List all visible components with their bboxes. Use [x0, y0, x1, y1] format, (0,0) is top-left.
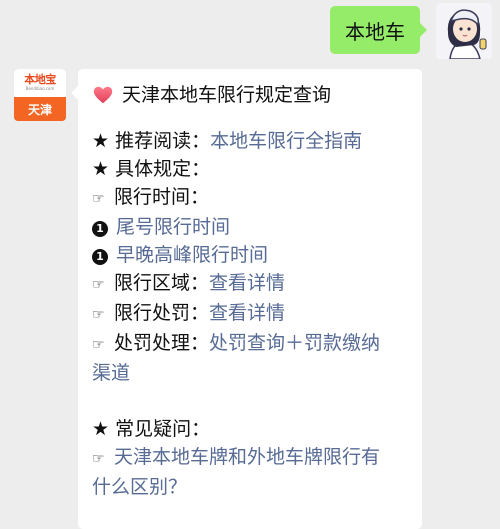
area-details-link[interactable]: 查看详情 [209, 272, 285, 294]
user-avatar[interactable] [436, 3, 492, 59]
heart-icon [93, 86, 113, 104]
incoming-message-bubble: 天津本地车限行规定查询 ★ 推荐阅读：本地车限行全指南 ★ 具体规定： ☞ 限行时… [71, 69, 422, 529]
message-title: 天津本地车限行规定查询 [122, 84, 332, 106]
outgoing-message-bubble[interactable]: 本地车 [330, 6, 427, 54]
logo-text: 本地宝 [24, 73, 56, 86]
faq-link-row-continued: 什么区别？ [92, 473, 412, 501]
time-label: 限行时间： [114, 186, 210, 208]
pointing-hand-icon: ☞ [92, 307, 105, 323]
pointing-hand-icon: ☞ [92, 337, 105, 353]
circled-one-icon: 1 [92, 221, 108, 237]
official-account-avatar[interactable]: 本地宝 Bendibao.com 天津 [14, 69, 66, 121]
logo-url: Bendibao.com [25, 86, 55, 91]
faq-label: ★ 常见疑问： [92, 418, 211, 440]
handle-link[interactable]: 处罚查询＋罚款缴纳 [209, 332, 380, 354]
recommend-label: ★ 推荐阅读： [92, 130, 211, 152]
faq-row: ★ 常见疑问： [92, 415, 412, 443]
avatar-city-label: 天津 [27, 102, 52, 117]
peak-hours-link[interactable]: 早晚高峰限行时间 [116, 244, 268, 266]
outgoing-message-text: 本地车 [345, 19, 405, 44]
faq-link-row: ☞ 天津本地车牌和外地车牌限行有 [92, 443, 412, 473]
message-title-row: 天津本地车限行规定查询 [92, 81, 412, 109]
handle-row: ☞ 处罚处理：处罚查询＋罚款缴纳 [92, 329, 412, 359]
penalty-label: 限行处罚： [114, 302, 210, 324]
handle-label: 处罚处理： [114, 332, 210, 354]
pointing-hand-icon: ☞ [92, 277, 105, 293]
rules-label: ★ 具体规定： [92, 158, 211, 180]
rules-row: ★ 具体规定： [92, 155, 412, 183]
recommend-link[interactable]: 本地车限行全指南 [210, 130, 362, 152]
penalty-row: ☞ 限行处罚：查看详情 [92, 299, 412, 329]
area-row: ☞ 限行区域：查看详情 [92, 269, 412, 299]
faq-link[interactable]: 天津本地车牌和外地车牌限行有 [114, 446, 380, 468]
time-row: ☞ 限行时间： [92, 183, 412, 213]
handle-row-continued: 渠道 [92, 359, 412, 387]
handle-link-continued[interactable]: 渠道 [92, 362, 130, 384]
pointing-hand-icon: ☞ [92, 191, 105, 207]
tail-number-link[interactable]: 尾号限行时间 [116, 216, 230, 238]
bendibao-logo: 本地宝 Bendibao.com [14, 69, 66, 97]
area-label: 限行区域： [114, 272, 210, 294]
circled-one-icon: 1 [92, 249, 108, 265]
cartoon-girl-avatar-icon [436, 3, 492, 59]
tail-number-row: 1 尾号限行时间 [92, 213, 412, 241]
penalty-details-link[interactable]: 查看详情 [209, 302, 285, 324]
peak-hours-row: 1 早晚高峰限行时间 [92, 241, 412, 269]
pointing-hand-icon: ☞ [92, 451, 105, 467]
recommend-row: ★ 推荐阅读：本地车限行全指南 [92, 127, 412, 155]
faq-link-continued[interactable]: 什么区别？ [92, 476, 187, 498]
